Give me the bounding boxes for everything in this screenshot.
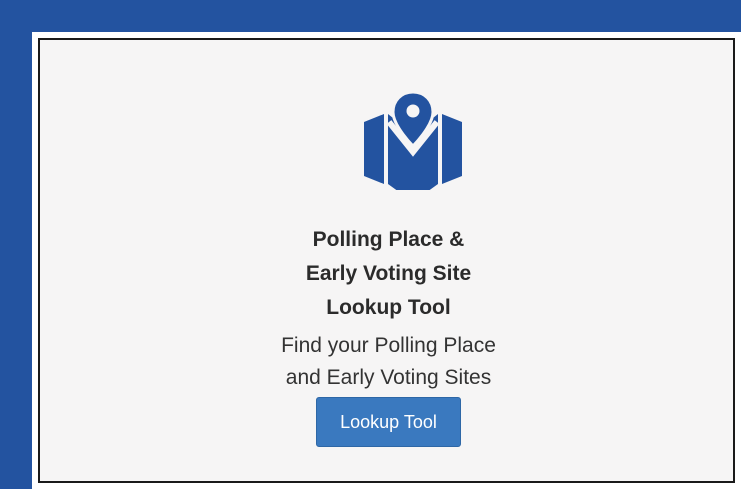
lookup-tool-button[interactable]: Lookup Tool xyxy=(316,397,461,447)
title-line-3: Lookup Tool xyxy=(326,296,451,319)
title-line-2: Early Voting Site xyxy=(305,262,472,285)
tool-description: Find your Polling Place and Early Voting… xyxy=(40,330,737,394)
subtitle-line-1: Find your Polling Place xyxy=(281,334,496,357)
inner-frame: Polling Place & Early Voting Site Lookup… xyxy=(32,32,741,489)
outer-frame: Polling Place & Early Voting Site Lookup… xyxy=(0,0,741,489)
subtitle-line-2: and Early Voting Sites xyxy=(285,366,492,389)
title-line-1: Polling Place & xyxy=(312,228,465,251)
lookup-card: Polling Place & Early Voting Site Lookup… xyxy=(38,38,735,483)
map-pin-icon xyxy=(364,90,462,190)
tool-title: Polling Place & Early Voting Site Lookup… xyxy=(40,223,737,325)
